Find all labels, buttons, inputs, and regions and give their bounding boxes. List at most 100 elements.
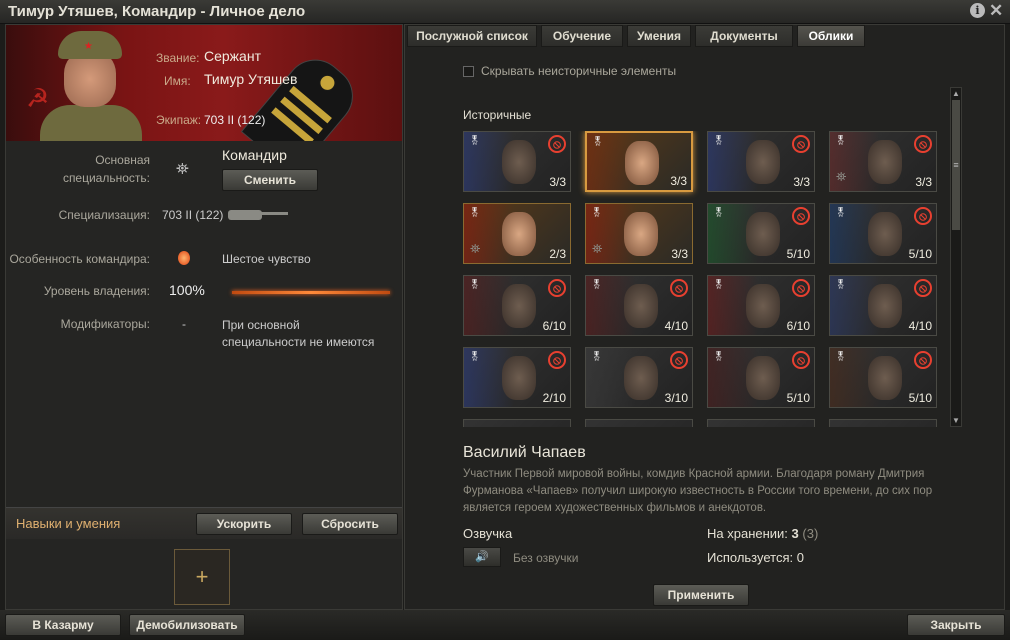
medal-icon: 🎖 bbox=[469, 207, 481, 217]
skin-count: 2/10 bbox=[542, 391, 566, 405]
skin-portrait bbox=[746, 356, 780, 400]
skin-card[interactable]: 🎖 ⦸ 3/3 bbox=[463, 131, 571, 192]
skin-card[interactable]: 🎖 ⦸ 5/10 bbox=[707, 347, 815, 408]
title-bar: Тимур Утяшев, Командир - Личное дело i ✕ bbox=[0, 0, 1010, 24]
skin-card[interactable]: 🎖 ⦸ 5/10 bbox=[707, 203, 815, 264]
skills-title: Навыки и умения bbox=[16, 516, 121, 531]
used-label: Используется: bbox=[707, 550, 794, 565]
skin-grid-scrollbar[interactable]: ▲ ≡ ▼ bbox=[950, 87, 962, 427]
medal-icon: 🎖 bbox=[835, 351, 847, 361]
specialization-label: Специализация: bbox=[58, 208, 150, 222]
skin-card[interactable]: 🎖 ⦸ 5/10 bbox=[829, 347, 937, 408]
skin-card[interactable] bbox=[463, 419, 571, 427]
right-panel: Послужной список Обучение Умения Докумен… bbox=[404, 24, 1005, 610]
profile-banner: ☭ ★ Звание: Сержант Имя: Тимур Утяшев Эк… bbox=[6, 25, 402, 141]
skin-card[interactable]: 🎖 ⦸ 6/10 bbox=[463, 275, 571, 336]
tank-icon bbox=[228, 206, 290, 220]
storage-info: На хранении: 3 (3) bbox=[707, 526, 818, 541]
skin-count: 6/10 bbox=[786, 319, 810, 333]
voice-value: Без озвучки bbox=[513, 551, 579, 565]
medal-icon: 🎖 bbox=[469, 279, 481, 289]
locked-icon: ⦸ bbox=[914, 135, 932, 153]
locked-icon: ⦸ bbox=[792, 135, 810, 153]
reset-skills-button[interactable]: Сбросить bbox=[302, 513, 398, 535]
footer-bar: В Казарму Демобилизовать Закрыть bbox=[0, 610, 1010, 640]
skin-card[interactable]: 🎖 ⦸ 4/10 bbox=[829, 275, 937, 336]
tab-service-record[interactable]: Послужной список bbox=[407, 25, 537, 47]
skin-portrait bbox=[502, 356, 536, 400]
name-value: Тимур Утяшев bbox=[204, 71, 298, 87]
hide-nonhistorical-checkbox[interactable] bbox=[463, 66, 474, 77]
skin-card[interactable] bbox=[707, 419, 815, 427]
skin-name: Василий Чапаев bbox=[463, 444, 586, 461]
skin-card[interactable]: 🎖 3/3 bbox=[585, 131, 693, 192]
skin-card[interactable]: 🎖 ⦸ 6/10 bbox=[707, 275, 815, 336]
close-button[interactable]: Закрыть bbox=[907, 614, 1005, 636]
skin-card[interactable]: 🎖 ⛯ 2/3 bbox=[463, 203, 571, 264]
scroll-up-icon[interactable]: ▲ bbox=[951, 88, 961, 99]
skin-portrait bbox=[868, 356, 902, 400]
accelerate-button[interactable]: Ускорить bbox=[196, 513, 292, 535]
proficiency-value: 100% bbox=[169, 282, 205, 298]
window-title: Тимур Утяшев, Командир - Личное дело bbox=[8, 3, 306, 20]
skin-count: 3/3 bbox=[915, 175, 932, 189]
skin-card[interactable] bbox=[829, 419, 937, 427]
medal-icon: 🎖 bbox=[713, 207, 725, 217]
close-icon[interactable]: ✕ bbox=[989, 1, 1003, 21]
locked-icon: ⦸ bbox=[548, 135, 566, 153]
skin-portrait bbox=[746, 140, 780, 184]
speaker-icon[interactable]: 🔊 bbox=[463, 547, 501, 567]
locked-icon: ⦸ bbox=[792, 279, 810, 297]
change-specialty-button[interactable]: Сменить bbox=[222, 169, 318, 191]
modifiers-dash: - bbox=[182, 317, 186, 331]
scroll-down-icon[interactable]: ▼ bbox=[951, 415, 961, 426]
scroll-thumb[interactable]: ≡ bbox=[952, 100, 960, 230]
hide-nonhistorical-label[interactable]: Скрывать неисторичные элементы bbox=[481, 64, 676, 78]
skin-card[interactable]: 🎖 ⦸ 4/10 bbox=[585, 275, 693, 336]
sixth-sense-icon[interactable] bbox=[178, 251, 190, 265]
barracks-button[interactable]: В Казарму bbox=[5, 614, 121, 636]
skin-card[interactable]: 🎖 ⛯ 3/3 bbox=[585, 203, 693, 264]
modifiers-label: Модификаторы: bbox=[60, 317, 150, 331]
skin-portrait bbox=[624, 356, 658, 400]
skin-count: 2/3 bbox=[549, 247, 566, 261]
skin-portrait bbox=[868, 212, 902, 256]
skin-count: 4/10 bbox=[908, 319, 932, 333]
skin-card[interactable] bbox=[585, 419, 693, 427]
skin-portrait bbox=[624, 284, 658, 328]
commander-portrait: ★ bbox=[36, 31, 146, 141]
skin-card[interactable]: 🎖 ⦸ 2/10 bbox=[463, 347, 571, 408]
name-label: Имя: bbox=[164, 74, 191, 88]
tab-training[interactable]: Обучение bbox=[541, 25, 623, 47]
locked-icon: ⦸ bbox=[670, 351, 688, 369]
proficiency-bar bbox=[232, 291, 390, 294]
apply-button[interactable]: Применить bbox=[653, 584, 749, 606]
tab-documents[interactable]: Документы bbox=[695, 25, 793, 47]
specialty-label: Основная специальность: bbox=[62, 153, 150, 185]
specialization-value: 703 II (122) bbox=[162, 208, 224, 222]
binoculars-icon: ⛯ bbox=[836, 169, 847, 184]
info-icon[interactable]: i bbox=[970, 3, 985, 18]
locked-icon: ⦸ bbox=[548, 279, 566, 297]
locked-icon: ⦸ bbox=[914, 279, 932, 297]
tab-skins[interactable]: Облики bbox=[797, 25, 865, 47]
skin-card[interactable]: 🎖 ⦸ 5/10 bbox=[829, 203, 937, 264]
skin-count: 4/10 bbox=[664, 319, 688, 333]
add-skill-slot[interactable]: + bbox=[174, 549, 230, 605]
specialty-value: Командир bbox=[222, 147, 287, 163]
medal-icon: 🎖 bbox=[591, 207, 603, 217]
skin-count: 5/10 bbox=[786, 391, 810, 405]
tab-skills[interactable]: Умения bbox=[627, 25, 691, 47]
locked-icon: ⦸ bbox=[914, 351, 932, 369]
medal-icon: 🎖 bbox=[713, 135, 725, 145]
binoculars-icon: ⛯ bbox=[592, 241, 603, 256]
skin-portrait bbox=[502, 284, 536, 328]
skin-card[interactable]: 🎖 ⦸ ⛯ 3/3 bbox=[829, 131, 937, 192]
skin-card[interactable]: 🎖 ⦸ 3/10 bbox=[585, 347, 693, 408]
medal-icon: 🎖 bbox=[835, 135, 847, 145]
medal-icon: 🎖 bbox=[469, 135, 481, 145]
skin-card[interactable]: 🎖 ⦸ 3/3 bbox=[707, 131, 815, 192]
skin-description: Участник Первой мировой войны, комдив Кр… bbox=[463, 468, 933, 514]
locked-icon: ⦸ bbox=[914, 207, 932, 225]
demobilize-button[interactable]: Демобилизовать bbox=[129, 614, 245, 636]
